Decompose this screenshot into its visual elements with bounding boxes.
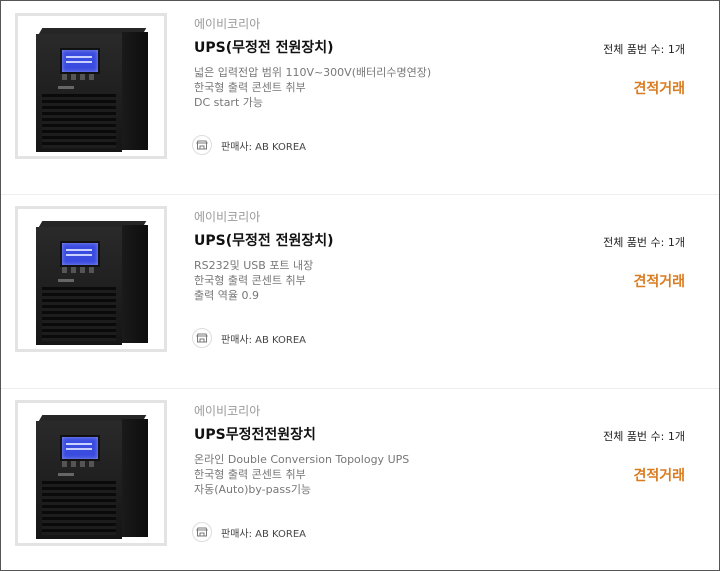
seller-info[interactable]: 판매사: AB KOREA — [192, 327, 306, 349]
quote-trade-button[interactable]: 견적거래 — [633, 465, 685, 485]
product-title[interactable]: UPS(무정전 전원장치) — [194, 230, 334, 250]
brand-name[interactable]: 에이비코리아 — [194, 402, 260, 419]
product-image[interactable] — [15, 400, 167, 546]
product-image[interactable] — [15, 13, 167, 159]
product-card: 에이비코리아 UPS(무정전 전원장치) 넓은 입력전압 범위 110V~300… — [1, 1, 719, 191]
feature-list: 온라인 Double Conversion Topology UPS 한국형 출… — [194, 452, 409, 497]
item-count: 전체 품번 수: 1개 — [603, 236, 685, 249]
ups-device-image — [36, 415, 148, 539]
brand-name[interactable]: 에이비코리아 — [194, 15, 260, 32]
storefront-icon — [192, 522, 212, 542]
item-count: 전체 품번 수: 1개 — [603, 430, 685, 443]
feature-item: RS232및 USB 포트 내장 — [194, 259, 314, 272]
seller-info[interactable]: 판매사: AB KOREA — [192, 134, 306, 156]
feature-item: 한국형 출력 콘센트 취부 — [194, 81, 306, 94]
ups-device-image — [36, 221, 148, 345]
seller-info[interactable]: 판매사: AB KOREA — [192, 521, 306, 543]
quote-trade-button[interactable]: 견적거래 — [633, 271, 685, 291]
feature-item: 출력 역율 0.9 — [194, 289, 259, 302]
storefront-icon — [192, 135, 212, 155]
seller-label: 판매사: AB KOREA — [221, 141, 307, 153]
feature-item: 자동(Auto)by-pass기능 — [194, 483, 312, 496]
feature-item: 한국형 출력 콘센트 취부 — [194, 468, 306, 481]
product-title[interactable]: UPS(무정전 전원장치) — [194, 37, 334, 57]
feature-item: 온라인 Double Conversion Topology UPS — [194, 453, 410, 466]
item-count: 전체 품번 수: 1개 — [603, 43, 685, 56]
product-title[interactable]: UPS무정전전원장치 — [194, 424, 316, 444]
product-list: 에이비코리아 UPS(무정전 전원장치) 넓은 입력전압 범위 110V~300… — [0, 0, 720, 571]
feature-item: 넓은 입력전압 범위 110V~300V(배터리수명연장) — [194, 66, 432, 79]
product-card: 에이비코리아 UPS(무정전 전원장치) RS232및 USB 포트 내장 한국… — [1, 194, 719, 384]
ups-device-image — [36, 28, 148, 152]
feature-item: 한국형 출력 콘센트 취부 — [194, 274, 306, 287]
brand-name[interactable]: 에이비코리아 — [194, 208, 260, 225]
seller-label: 판매사: AB KOREA — [221, 334, 307, 346]
feature-item: DC start 가능 — [194, 96, 264, 109]
feature-list: RS232및 USB 포트 내장 한국형 출력 콘센트 취부 출력 역율 0.9 — [194, 258, 313, 303]
product-card: 에이비코리아 UPS무정전전원장치 온라인 Double Conversion … — [1, 388, 719, 570]
storefront-icon — [192, 328, 212, 348]
feature-list: 넓은 입력전압 범위 110V~300V(배터리수명연장) 한국형 출력 콘센트… — [194, 65, 431, 110]
quote-trade-button[interactable]: 견적거래 — [633, 78, 685, 98]
seller-label: 판매사: AB KOREA — [221, 528, 307, 540]
product-image[interactable] — [15, 206, 167, 352]
